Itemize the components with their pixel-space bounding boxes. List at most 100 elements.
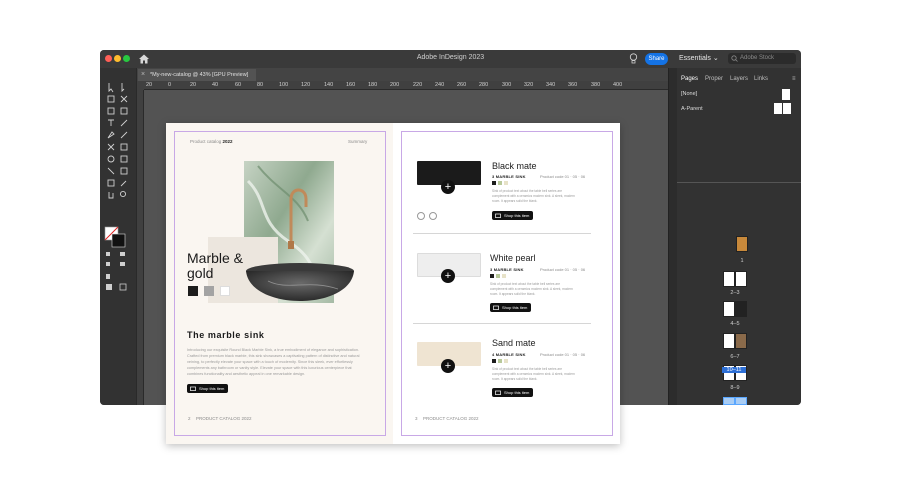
mode-icons <box>106 252 127 291</box>
page-thumbnail[interactable] <box>723 271 735 287</box>
apply-color-icon <box>120 252 125 256</box>
page-thumbnail[interactable] <box>723 333 735 349</box>
tab-links[interactable]: Links <box>754 76 768 82</box>
panel-collapse-strip[interactable] <box>669 68 677 405</box>
ruler-tick: 400 <box>613 82 623 88</box>
product-subtitle: 3 MARBLE SINK <box>492 174 526 179</box>
product-separator <box>413 233 591 234</box>
tab-properties[interactable]: Proper <box>705 76 723 82</box>
ruler-tick: 220 <box>413 82 423 88</box>
swatch-cream <box>502 274 506 278</box>
product-code: Product code 01 · 05 · 06 <box>540 267 586 272</box>
document-tab-label: *My-new-catalog @ 43% [GPU Preview] <box>150 72 249 78</box>
hand-tool-icon <box>108 192 114 199</box>
horizontal-ruler[interactable]: 20 0 20 40 60 80 100 120 140 160 180 200… <box>144 81 668 90</box>
shop-this-item-button[interactable]: Shop this item <box>492 211 534 220</box>
header-catalog-text: Product catalog <box>190 139 222 144</box>
product-title: Black mate <box>492 161 537 171</box>
master-a-left-thumbnail[interactable] <box>774 103 782 114</box>
tab-pages[interactable]: Pages <box>681 76 698 82</box>
master-none-thumbnail[interactable] <box>782 89 790 100</box>
product-code: Product code 01 · 05 · 06 <box>540 352 586 357</box>
product-subtitle: 4 MARBLE SINK <box>492 352 526 357</box>
ruler-tick: 360 <box>568 82 578 88</box>
spread-label: 2–3 <box>730 290 740 296</box>
page-thumbnail[interactable] <box>735 271 747 287</box>
master-a-parent[interactable]: A-Parent <box>681 106 703 112</box>
shop-this-item-button[interactable]: Shop this item <box>490 303 532 312</box>
tab-layers[interactable]: Layers <box>730 76 748 82</box>
spread-label: 6–7 <box>730 354 740 360</box>
shopping-bag-icon <box>493 305 499 310</box>
apply-none-icon <box>120 262 125 266</box>
content-placer-icon <box>120 107 128 115</box>
shop-this-item-button[interactable]: Shop this item <box>187 384 229 393</box>
document-spread[interactable]: Product catalog 2022 Summary Marble & go… <box>166 123 620 444</box>
footer-text: PRODUCT CATALOG 2022 <box>423 416 479 421</box>
master-a-right-thumbnail[interactable] <box>783 103 791 114</box>
page-number: 2 <box>188 416 191 421</box>
default-colors-icon <box>106 252 110 256</box>
page-thumbnail[interactable] <box>723 301 735 317</box>
panel-menu-icon[interactable]: ≡ <box>792 76 796 82</box>
ruler-tick: 200 <box>390 82 400 88</box>
close-tab-icon[interactable]: × <box>141 69 145 81</box>
section-title: The marble sink <box>187 330 265 340</box>
ruler-tick: 320 <box>524 82 534 88</box>
product-description: Sink of product text about the table bel… <box>492 367 575 381</box>
type-tool-icon <box>108 119 114 126</box>
selection-tool-icon <box>108 83 114 93</box>
info-icon[interactable] <box>417 212 425 220</box>
share-icon[interactable] <box>429 212 437 220</box>
ruler-tick: 160 <box>346 82 356 88</box>
add-product-button[interactable]: + <box>441 269 455 283</box>
headline-line-1: Marble & <box>187 250 244 266</box>
fill-stroke-swatch[interactable] <box>104 226 126 248</box>
stock-search-input[interactable]: Adobe Stock <box>728 53 796 64</box>
pencil-tool-icon <box>120 131 128 139</box>
shop-this-item-button[interactable]: Shop this item <box>492 388 534 397</box>
ruler-tick: 180 <box>368 82 378 88</box>
left-page[interactable]: Product catalog 2022 Summary Marble & go… <box>166 123 393 444</box>
normal-view-icon <box>106 284 112 290</box>
page-thumbnail[interactable] <box>735 333 747 349</box>
product-code: Product code 01 · 05 · 06 <box>540 174 586 179</box>
page-thumbnail[interactable] <box>735 301 747 317</box>
page-thumbnail[interactable] <box>735 397 747 405</box>
vertical-ruler[interactable] <box>137 90 144 405</box>
stock-search-placeholder: Adobe Stock <box>740 55 775 61</box>
ruler-tick: 340 <box>546 82 556 88</box>
header-left-label: Product catalog 2022 <box>190 139 233 144</box>
zoom-tool-icon <box>119 190 127 198</box>
ruler-tick: 380 <box>591 82 601 88</box>
master-none[interactable]: [None] <box>681 91 697 97</box>
ruler-tick: 120 <box>301 82 311 88</box>
shopping-bag-icon <box>190 386 196 391</box>
document-tab[interactable]: × *My-new-catalog @ 43% [GPU Preview] <box>138 69 256 81</box>
shop-this-item-label: Shop this item <box>199 386 225 391</box>
page-thumbnail[interactable] <box>723 397 735 405</box>
ruler-tick: 260 <box>457 82 467 88</box>
header-right-label: Summary <box>348 139 368 144</box>
ruler-tick: 100 <box>279 82 289 88</box>
page-thumbnail[interactable] <box>736 236 748 252</box>
ruler-origin[interactable] <box>137 81 144 90</box>
swatch-green <box>498 359 502 363</box>
ruler-tick: 0 <box>168 82 172 88</box>
page-number: 3 <box>415 416 418 421</box>
gap-tool-icon <box>120 95 128 103</box>
preview-view-icon <box>119 283 127 291</box>
workspace-switcher[interactable]: Essentials ⌄ <box>679 54 719 62</box>
share-button[interactable]: Share <box>645 53 668 65</box>
product-description: Sink of product text about the table bel… <box>492 189 575 203</box>
swatch-black <box>492 359 496 363</box>
lightbulb-icon[interactable] <box>629 53 638 65</box>
shopping-bag-icon <box>495 213 501 218</box>
swatch-green <box>496 274 500 278</box>
apply-gradient-icon <box>106 262 110 266</box>
add-product-button[interactable]: + <box>441 359 455 373</box>
page-tool-icon <box>107 95 115 103</box>
pages-divider <box>677 182 801 183</box>
add-product-button[interactable]: + <box>441 180 455 194</box>
right-page[interactable]: + Black mate 3 MARBLE SINK Product code … <box>393 123 620 444</box>
